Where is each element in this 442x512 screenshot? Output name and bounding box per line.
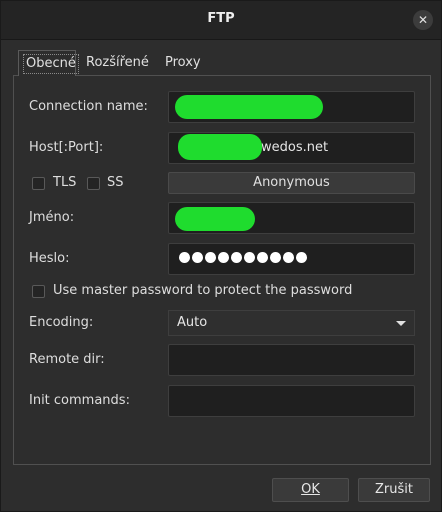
encoding-value: Auto — [177, 315, 208, 330]
ss-label: SS — [107, 175, 124, 190]
redaction-mark — [178, 134, 262, 160]
remote-dir-field[interactable] — [168, 344, 415, 376]
password-dot — [218, 252, 229, 263]
close-icon[interactable]: ✕ — [413, 10, 433, 30]
password-dot — [179, 252, 190, 263]
host-value: wedos.net — [261, 140, 329, 155]
username-label: Jméno: — [29, 210, 75, 225]
tls-checkbox[interactable] — [32, 177, 45, 190]
encoding-select[interactable]: Auto — [168, 310, 415, 336]
cancel-button[interactable]: Zrušit — [358, 478, 430, 502]
init-commands-field[interactable] — [168, 385, 415, 417]
tab-obecne[interactable]: Obecné — [18, 50, 79, 76]
password-dot — [231, 252, 242, 263]
password-dot — [205, 252, 216, 263]
password-dot — [270, 252, 281, 263]
ftp-dialog: FTP ✕ Obecné Rozšířené Proxy Connection … — [0, 0, 442, 512]
redaction-mark — [175, 95, 323, 119]
anonymous-button[interactable]: Anonymous — [168, 172, 415, 194]
tls-label: TLS — [53, 175, 77, 190]
password-dot — [244, 252, 255, 263]
password-dot — [257, 252, 268, 263]
ok-button[interactable]: OK — [272, 478, 349, 502]
tab-proxy[interactable]: Proxy — [161, 50, 205, 76]
tab-label: Obecné — [23, 54, 79, 74]
redaction-mark — [175, 207, 255, 231]
master-password-checkbox[interactable] — [32, 285, 45, 298]
encoding-label: Encoding: — [29, 315, 94, 330]
password-label: Heslo: — [29, 251, 70, 266]
ok-label: OK — [301, 482, 320, 497]
host-label: Host[:Port]: — [29, 140, 104, 155]
title-bar: FTP ✕ — [1, 1, 441, 40]
password-dot — [283, 252, 294, 263]
chevron-down-icon — [396, 321, 406, 326]
remote-dir-label: Remote dir: — [29, 352, 105, 367]
password-dot — [296, 252, 307, 263]
master-password-label: Use master password to protect the passw… — [53, 283, 353, 298]
dialog-title: FTP — [207, 11, 235, 26]
tab-rozsirene[interactable]: Rozšířené — [82, 50, 153, 76]
ss-checkbox[interactable] — [87, 177, 100, 190]
connection-name-label: Connection name: — [29, 99, 148, 114]
password-dot — [192, 252, 203, 263]
init-commands-label: Init commands: — [29, 393, 130, 408]
